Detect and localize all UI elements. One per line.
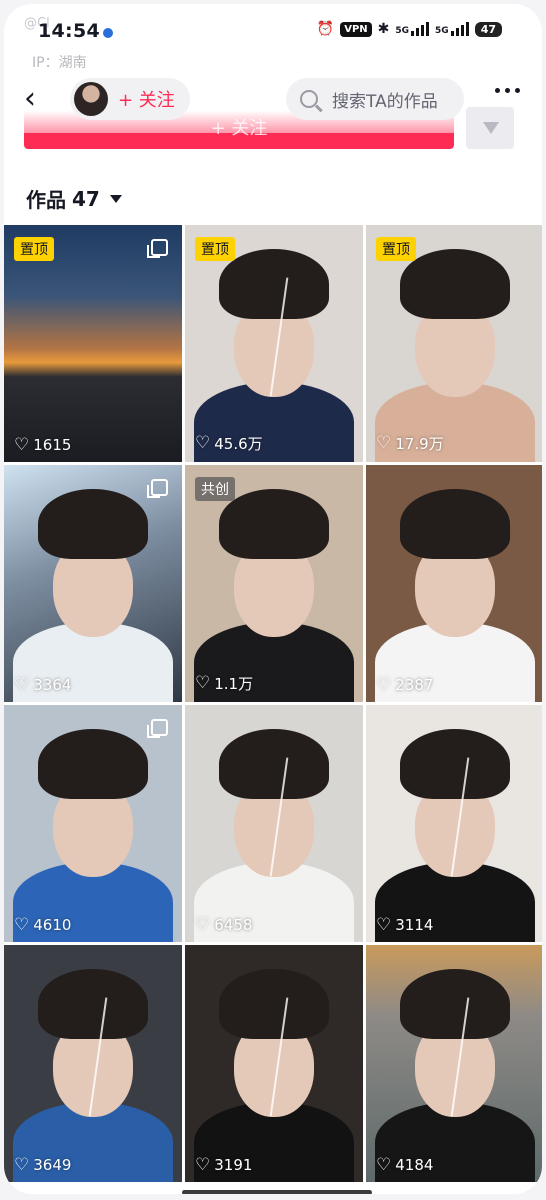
status-bar: @Cl 14:54 ⏰ VPN ✱ 5G 5G 47 [4, 4, 542, 58]
heart-icon: ♡ [14, 674, 30, 695]
like-count-value: 17.9万 [395, 435, 444, 453]
video-thumbnail[interactable]: 置顶 ♡ 1615 [4, 225, 182, 462]
ghost-ip-text: IP：湖南 [32, 55, 87, 71]
multi-image-icon [147, 719, 168, 738]
video-thumbnail[interactable]: 置顶 ♡ 45.6万 [185, 225, 363, 462]
video-thumbnail[interactable]: 置顶 ♡ 17.9万 [366, 225, 542, 462]
like-count-value: 4610 [33, 916, 72, 934]
battery-badge: 47 [474, 21, 502, 37]
like-count-value: 3649 [33, 1156, 72, 1174]
like-count: ♡ 3191 [195, 1156, 252, 1174]
like-count-value: 45.6万 [214, 435, 263, 453]
heart-icon: ♡ [14, 434, 30, 455]
video-thumbnail[interactable]: ♡ 3114 [366, 705, 542, 942]
tab-works[interactable]: 作品 47 [26, 184, 122, 213]
heart-icon: ♡ [14, 1154, 30, 1175]
profile-screen: @Cl 14:54 ⏰ VPN ✱ 5G 5G 47 IP：湖南 + 关注 ‹ … [4, 4, 542, 1194]
signal-one-icon: 5G [395, 22, 430, 36]
like-count: ♡ 4184 [376, 1156, 433, 1174]
home-indicator[interactable] [182, 1190, 372, 1194]
video-thumbnail[interactable]: ♡ 3649 [4, 945, 182, 1182]
bluetooth-icon: ✱ [377, 21, 390, 37]
tab-works-count: 47 [72, 186, 100, 211]
video-badge: 置顶 [376, 237, 416, 261]
figure-hair [400, 248, 510, 319]
figure-hair [400, 488, 510, 559]
like-count-value: 4184 [395, 1156, 434, 1174]
filter-button[interactable] [466, 107, 514, 149]
like-count: ♡ 2387 [376, 676, 433, 694]
video-thumbnail[interactable]: ♡ 4610 [4, 705, 182, 942]
follow-button-main-label: + 关注 [210, 118, 268, 139]
like-count-value: 1615 [33, 436, 72, 454]
like-count: ♡ 4610 [14, 916, 71, 934]
alarm-icon: ⏰ [316, 21, 335, 37]
heart-icon: ♡ [14, 914, 30, 935]
figure-hair [38, 728, 148, 799]
heart-icon: ♡ [376, 914, 392, 935]
video-thumbnail[interactable]: ♡ 2387 [366, 465, 542, 702]
figure-hair [219, 248, 329, 319]
figure-hair [38, 488, 148, 559]
like-count-value: 3364 [33, 676, 72, 694]
status-time: 14:54 [38, 20, 100, 42]
status-icons: ⏰ VPN ✱ 5G 5G 47 [317, 21, 502, 37]
location-dot-icon [103, 28, 113, 38]
tab-works-label: 作品 [26, 188, 66, 212]
figure-hair [219, 968, 329, 1039]
like-count: ♡ 17.9万 [376, 433, 444, 454]
like-count: ♡ 1615 [14, 436, 71, 454]
heart-icon: ♡ [376, 674, 392, 695]
video-grid: 置顶 ♡ 1615 置顶 ♡ 45.6万 置顶 ♡ 17.9万 ♡ 3364 共创 ♡ 1.1万 ♡ 2387… [4, 225, 542, 1182]
header-follow-pill[interactable]: + 关注 [70, 78, 190, 120]
signal-two-icon: 5G [435, 22, 469, 36]
video-thumbnail[interactable]: ♡ 4184 [366, 945, 542, 1182]
search-input[interactable]: 搜索TA的作品 [286, 78, 464, 120]
figure-hair [400, 728, 510, 799]
like-count-value: 3114 [395, 916, 434, 934]
heart-icon: ♡ [195, 914, 211, 935]
vpn-badge: VPN [340, 21, 372, 37]
figure-hair [219, 728, 329, 799]
multi-image-icon [147, 239, 168, 258]
figure-hair [219, 488, 329, 559]
figure-hair [38, 968, 148, 1039]
like-count-value: 3191 [214, 1156, 253, 1174]
like-count: ♡ 3649 [14, 1156, 71, 1174]
like-count: ♡ 45.6万 [195, 433, 263, 454]
caret-down-icon [109, 194, 122, 203]
like-count: ♡ 3364 [14, 676, 71, 694]
multi-image-icon [147, 479, 168, 498]
search-placeholder: 搜索TA的作品 [332, 91, 438, 112]
video-badge: 置顶 [195, 237, 235, 261]
video-thumbnail[interactable]: ♡ 3191 [185, 945, 363, 1182]
avatar [74, 82, 108, 116]
search-icon [300, 90, 318, 108]
more-options-icon[interactable] [495, 88, 520, 93]
heart-icon: ♡ [195, 433, 211, 453]
heart-icon: ♡ [195, 673, 211, 693]
heart-icon: ♡ [376, 1154, 392, 1175]
like-count-value: 1.1万 [214, 675, 254, 693]
header-follow-label: + 关注 [118, 90, 175, 111]
heart-icon: ♡ [376, 433, 392, 453]
video-thumbnail[interactable]: ♡ 3364 [4, 465, 182, 702]
back-arrow-icon[interactable]: ‹ [24, 84, 36, 114]
video-badge: 置顶 [14, 237, 54, 261]
like-count: ♡ 1.1万 [195, 673, 253, 694]
like-count: ♡ 6458 [195, 916, 252, 934]
like-count-value: 2387 [395, 676, 434, 694]
like-count-value: 6458 [214, 916, 253, 934]
like-count: ♡ 3114 [376, 916, 433, 934]
heart-icon: ♡ [195, 1154, 211, 1175]
video-thumbnail[interactable]: ♡ 6458 [185, 705, 363, 942]
video-badge: 共创 [195, 477, 235, 501]
figure-hair [400, 968, 510, 1039]
video-thumbnail[interactable]: 共创 ♡ 1.1万 [185, 465, 363, 702]
